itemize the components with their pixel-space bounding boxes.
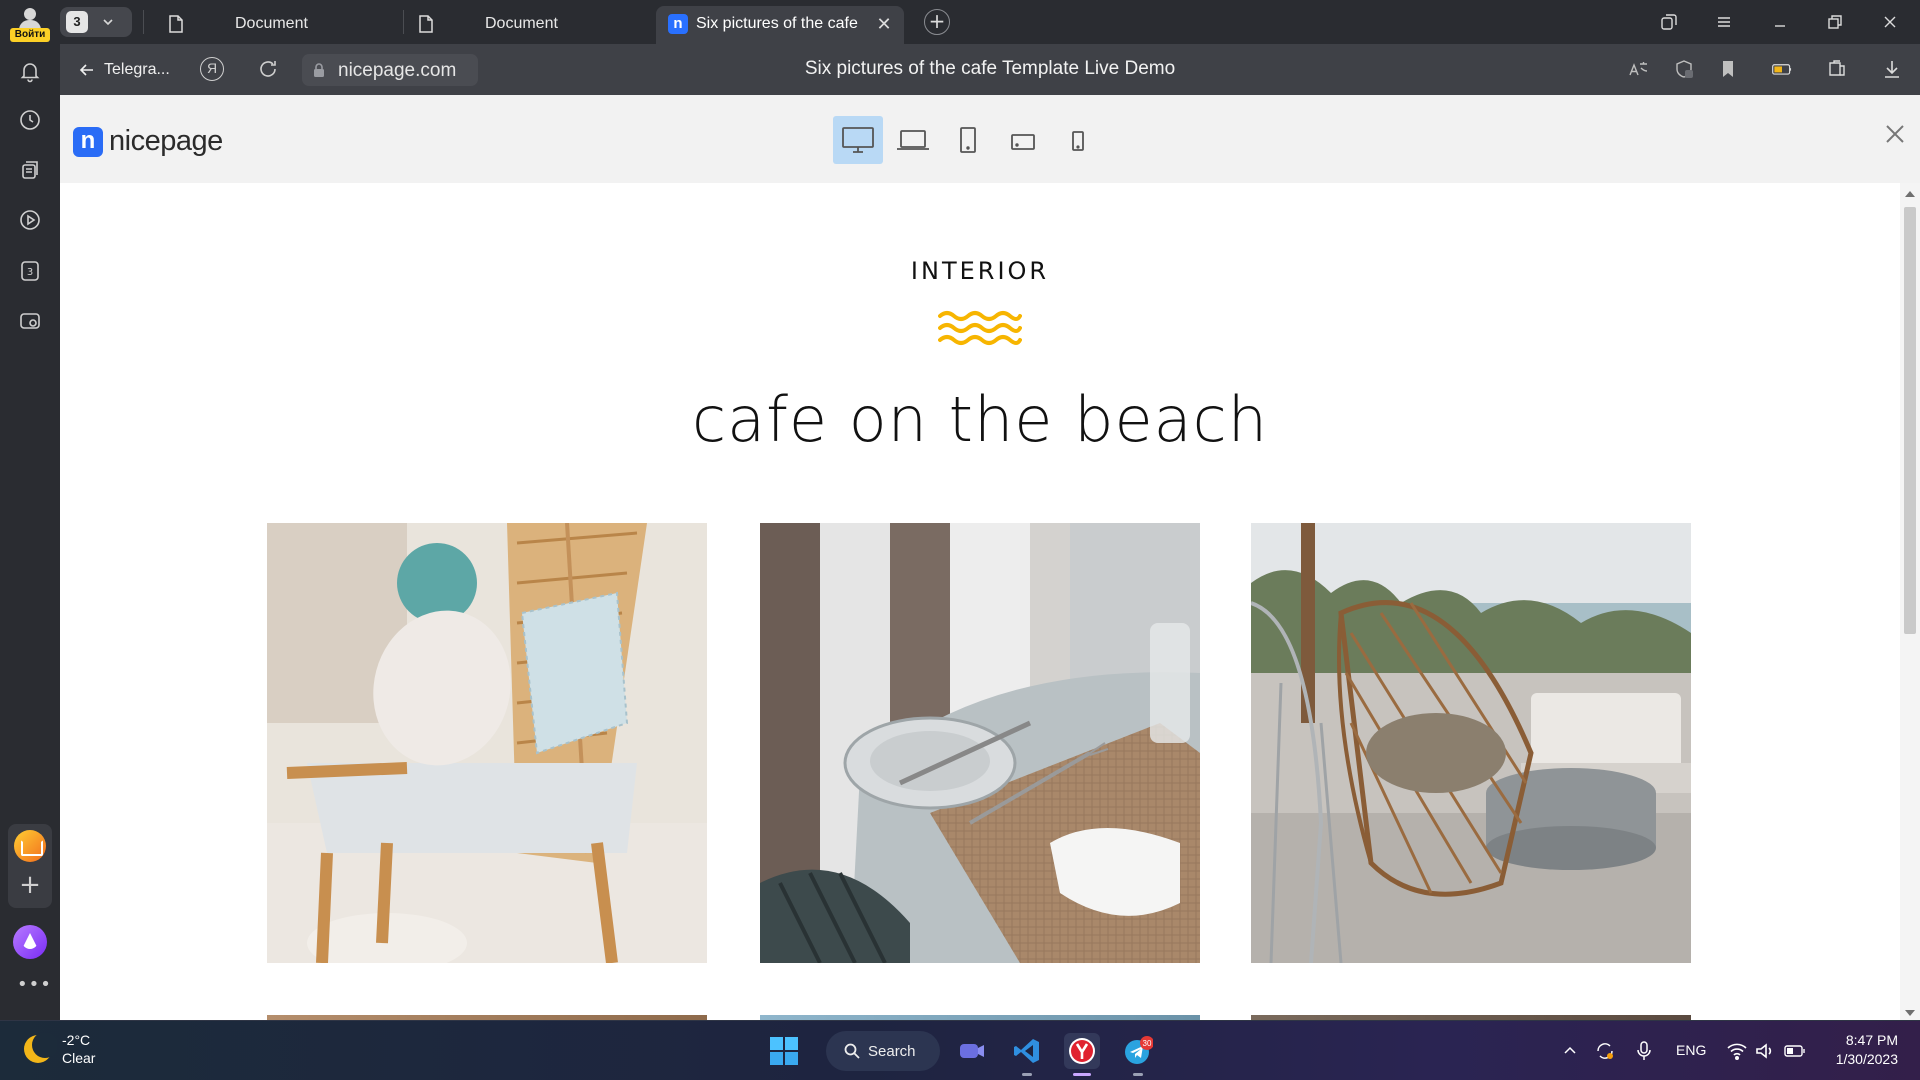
extensions-icon[interactable] bbox=[1825, 57, 1849, 81]
tab-strip: 3 Document Document n Six pictures of th… bbox=[60, 0, 1920, 44]
tab-label: Document bbox=[235, 15, 308, 32]
nicepage-logo-icon: n bbox=[73, 126, 103, 157]
bookmark-icon[interactable] bbox=[1716, 57, 1740, 81]
translate-icon[interactable] bbox=[1626, 57, 1650, 81]
device-desktop-button[interactable] bbox=[833, 116, 883, 164]
device-tablet-button[interactable] bbox=[943, 116, 993, 164]
preview-toolbar: n nicepage bbox=[60, 95, 1920, 183]
microphone-icon[interactable] bbox=[1632, 1033, 1656, 1069]
close-preview-icon[interactable] bbox=[1880, 119, 1910, 149]
language-indicator[interactable]: ENG bbox=[1676, 1042, 1706, 1058]
mail-icon[interactable] bbox=[14, 830, 46, 862]
photo-wicker-chairs[interactable] bbox=[1251, 523, 1691, 963]
device-tablet-landscape-button[interactable] bbox=[998, 116, 1048, 164]
scroll-down-icon[interactable] bbox=[1905, 1010, 1915, 1016]
profile-avatar[interactable]: Войти bbox=[9, 4, 51, 42]
history-icon[interactable] bbox=[17, 107, 43, 133]
meet-video-icon[interactable] bbox=[954, 1033, 990, 1069]
photo-rattan-chair[interactable] bbox=[267, 523, 707, 963]
document-icon bbox=[419, 15, 433, 33]
device-laptop-button[interactable] bbox=[888, 116, 938, 164]
clock-date: 1/30/2023 bbox=[1835, 1051, 1898, 1067]
alice-assistant-icon[interactable] bbox=[13, 925, 47, 959]
photo-table-setting[interactable] bbox=[760, 523, 1200, 963]
device-phone-button[interactable] bbox=[1053, 116, 1103, 164]
tab-label: Six pictures of the cafe Template Live D… bbox=[696, 15, 861, 32]
pinned-apps-group: + bbox=[8, 824, 52, 908]
weather-widget[interactable]: -2°C Clear bbox=[24, 1031, 95, 1067]
nicepage-logo[interactable]: n nicepage bbox=[73, 125, 223, 158]
logo-text: nicepage bbox=[109, 125, 223, 157]
svg-text:3: 3 bbox=[27, 267, 33, 278]
clock-time: 8:47 PM bbox=[1845, 1032, 1898, 1048]
browser-sidebar: Войти 3 + ••• bbox=[0, 0, 60, 1020]
tablet-landscape-icon bbox=[1011, 134, 1035, 150]
video-icon[interactable] bbox=[17, 207, 43, 233]
nicepage-favicon-icon: n bbox=[668, 14, 688, 34]
close-window-icon[interactable] bbox=[1878, 10, 1902, 34]
document-icon bbox=[169, 15, 183, 33]
screenshot-icon[interactable] bbox=[17, 308, 43, 334]
weather-desc: Clear bbox=[62, 1050, 96, 1066]
bell-icon[interactable] bbox=[17, 58, 43, 84]
clock[interactable]: 8:47 PM 1/30/2023 bbox=[1826, 1031, 1898, 1069]
page-scrollbar[interactable] bbox=[1900, 183, 1920, 1020]
tab-groups-button[interactable]: 3 bbox=[60, 7, 132, 37]
laptop-icon bbox=[897, 130, 929, 150]
tablet-icon bbox=[960, 127, 976, 153]
tab-manager-icon[interactable] bbox=[1657, 10, 1681, 34]
phone-icon bbox=[1072, 131, 1084, 151]
chevron-down-icon bbox=[103, 19, 113, 26]
tab-label: Document bbox=[485, 15, 558, 32]
scrollbar-thumb[interactable] bbox=[1904, 207, 1916, 634]
vscode-icon[interactable] bbox=[1009, 1033, 1045, 1069]
more-icon[interactable]: ••• bbox=[17, 976, 51, 994]
yandex-browser-icon[interactable] bbox=[1064, 1033, 1100, 1069]
weather-temp: -2°C bbox=[62, 1032, 91, 1048]
show-hidden-icons-chevron-icon[interactable] bbox=[1560, 1033, 1580, 1069]
wifi-icon[interactable] bbox=[1724, 1033, 1750, 1069]
battery-icon[interactable] bbox=[1782, 1033, 1808, 1069]
battery-saver-icon[interactable] bbox=[1770, 57, 1794, 81]
new-tab-button[interactable]: + bbox=[924, 9, 950, 35]
scroll-up-icon[interactable] bbox=[1905, 191, 1915, 197]
tab-active-demo[interactable]: n Six pictures of the cafe Template Live… bbox=[656, 6, 904, 44]
moon-icon bbox=[24, 1032, 58, 1063]
windows-start-icon[interactable] bbox=[766, 1033, 802, 1069]
protect-shield-icon[interactable] bbox=[1672, 57, 1696, 81]
tab-document-1[interactable]: Document bbox=[157, 6, 397, 44]
template-preview-page: INTERIOR cafe on the beach bbox=[60, 183, 1900, 1020]
menu-icon[interactable] bbox=[1712, 10, 1736, 34]
taskbar-search-button[interactable]: Search bbox=[826, 1031, 940, 1071]
search-label: Search bbox=[868, 1042, 916, 1060]
tabs-count-icon[interactable]: 3 bbox=[17, 258, 43, 284]
sync-icon[interactable] bbox=[1592, 1033, 1618, 1069]
search-icon bbox=[844, 1043, 860, 1059]
restore-icon[interactable] bbox=[1823, 10, 1847, 34]
windows-taskbar: -2°C Clear Search 30 ENG 8:47 PM 1/30/20… bbox=[0, 1020, 1920, 1080]
minimize-icon[interactable] bbox=[1768, 10, 1792, 34]
desktop-icon bbox=[842, 127, 874, 153]
download-icon[interactable] bbox=[1880, 57, 1904, 81]
collections-icon[interactable] bbox=[17, 157, 43, 183]
address-bar: Telegra... Я nicepage.com Six pictures o… bbox=[60, 44, 1920, 95]
section-heading: cafe on the beach bbox=[691, 383, 1269, 456]
add-app-icon[interactable]: + bbox=[18, 872, 42, 898]
close-tab-icon[interactable]: ✕ bbox=[874, 14, 894, 34]
tab-count: 3 bbox=[66, 11, 88, 33]
wave-divider-icon bbox=[938, 311, 1022, 345]
telegram-badge: 30 bbox=[1143, 1039, 1152, 1048]
login-badge[interactable]: Войти bbox=[10, 28, 50, 42]
telegram-icon[interactable]: 30 bbox=[1120, 1033, 1156, 1069]
section-kicker: INTERIOR bbox=[910, 257, 1050, 285]
tab-document-2[interactable]: Document bbox=[407, 6, 647, 44]
volume-icon[interactable] bbox=[1752, 1033, 1778, 1069]
